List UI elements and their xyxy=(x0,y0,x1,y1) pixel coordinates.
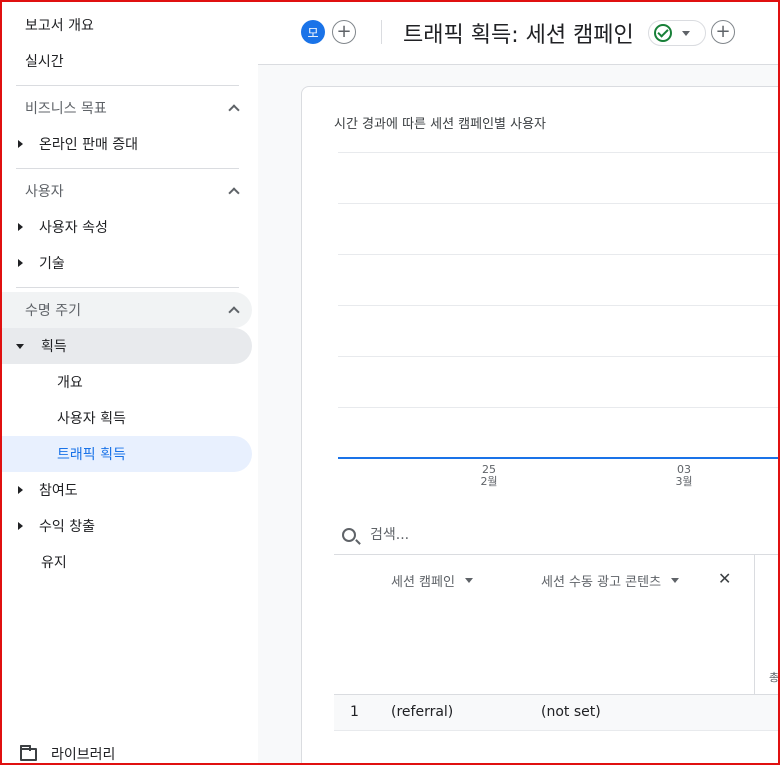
table-header: 세션 캠페인 세션 수동 광고 콘텐츠 ✕ 총 xyxy=(334,555,780,695)
col-session-campaign[interactable]: 세션 캠페인 xyxy=(391,571,473,590)
chevron-up-icon xyxy=(228,104,240,116)
nav-traffic-acquisition[interactable]: 트래픽 획득 xyxy=(0,436,252,472)
page-title: 트래픽 획득: 세션 캠페인 xyxy=(403,23,634,48)
grid-line xyxy=(338,203,780,204)
caret-right-icon xyxy=(18,223,23,231)
section-title: 사용자 xyxy=(25,184,64,200)
table-row[interactable]: 1 (referral) (not set) xyxy=(334,695,780,731)
nav-retention[interactable]: 유지 xyxy=(0,544,252,580)
nav-label: 보고서 개요 xyxy=(25,18,94,34)
table-search xyxy=(334,515,780,555)
folder-icon xyxy=(20,744,37,761)
report-card: 시간 경과에 따른 세션 캠페인별 사용자 25 2월 03 3월 세션 캠페인… xyxy=(301,86,780,765)
section-user[interactable]: 사용자 xyxy=(0,173,252,209)
nav-user-attributes[interactable]: 사용자 속성 xyxy=(0,209,252,245)
grid-line xyxy=(338,152,780,153)
divider xyxy=(16,85,239,86)
nav-acquisition[interactable]: 획득 xyxy=(0,328,252,364)
nav-user-acquisition[interactable]: 사용자 획득 xyxy=(0,400,252,436)
col-label: 세션 캠페인 xyxy=(391,575,455,590)
chart-title: 시간 경과에 따른 세션 캠페인별 사용자 xyxy=(334,117,547,132)
sidebar: 보고서 개요 실시간 비즈니스 목표 온라인 판매 증대 사용자 사용자 속성 … xyxy=(0,0,258,765)
check-circle-icon xyxy=(654,24,672,42)
nav-label: 트래픽 획득 xyxy=(57,447,126,463)
close-icon[interactable]: ✕ xyxy=(718,569,731,588)
tick-month: 2월 xyxy=(480,475,498,488)
row-content: (not set) xyxy=(541,704,601,720)
grid-line xyxy=(338,356,780,357)
add-comparison-button[interactable]: + xyxy=(332,20,356,44)
series-line xyxy=(338,457,780,459)
nav-label: 수익 창출 xyxy=(39,519,95,535)
nav-label: 유지 xyxy=(41,555,67,571)
avatar[interactable]: 모 xyxy=(301,20,325,44)
nav-engagement[interactable]: 참여도 xyxy=(0,472,252,508)
nav-library[interactable]: 라이브러리 xyxy=(20,744,115,764)
divider xyxy=(754,555,755,695)
grid-line xyxy=(338,407,780,408)
caret-right-icon xyxy=(18,140,23,148)
caret-right-icon xyxy=(18,522,23,530)
search-input[interactable] xyxy=(370,526,670,543)
nav-acquisition-overview[interactable]: 개요 xyxy=(0,364,252,400)
section-lifecycle[interactable]: 수명 주기 xyxy=(0,292,252,328)
chevron-up-icon xyxy=(228,306,240,318)
plus-icon: + xyxy=(715,21,731,42)
caret-right-icon xyxy=(18,259,23,267)
plus-icon: + xyxy=(336,21,352,42)
grid-line xyxy=(338,305,780,306)
x-tick: 25 2월 xyxy=(469,464,509,488)
nav-label: 개요 xyxy=(57,375,83,391)
status-dropdown[interactable] xyxy=(648,20,706,46)
library-label: 라이브러리 xyxy=(51,747,116,763)
caret-down-icon xyxy=(464,578,473,583)
divider xyxy=(16,168,239,169)
divider xyxy=(16,287,239,288)
metric-header-fragment: 총 xyxy=(769,671,780,684)
add-button[interactable]: + xyxy=(711,20,735,44)
section-business-goals[interactable]: 비즈니스 목표 xyxy=(0,90,252,126)
page-header: 모 + 트래픽 획득: 세션 캠페인 + xyxy=(258,0,780,65)
x-tick: 03 3월 xyxy=(664,464,704,488)
caret-down-icon xyxy=(671,578,680,583)
row-index: 1 xyxy=(350,704,359,720)
nav-report-overview[interactable]: 보고서 개요 xyxy=(0,7,252,43)
grid-line xyxy=(338,254,780,255)
section-title: 수명 주기 xyxy=(25,303,81,319)
col-manual-ad-content[interactable]: 세션 수동 광고 콘텐츠 xyxy=(541,571,680,590)
nav-label: 획득 xyxy=(41,339,67,355)
nav-label: 참여도 xyxy=(39,483,78,499)
nav-tech[interactable]: 기술 xyxy=(0,245,252,281)
tick-month: 3월 xyxy=(675,475,693,488)
nav-label: 사용자 속성 xyxy=(39,220,108,236)
row-campaign: (referral) xyxy=(391,704,454,720)
divider xyxy=(381,20,382,44)
nav-online-sales[interactable]: 온라인 판매 증대 xyxy=(0,126,252,162)
chevron-up-icon xyxy=(228,187,240,199)
section-title: 비즈니스 목표 xyxy=(25,101,107,117)
main-content: 모 + 트래픽 획득: 세션 캠페인 + 시간 경과에 따른 세션 캠페인별 사… xyxy=(258,0,780,765)
nav-monetization[interactable]: 수익 창출 xyxy=(0,508,252,544)
nav-label: 온라인 판매 증대 xyxy=(39,137,139,153)
nav-label: 사용자 획득 xyxy=(57,411,126,427)
nav-label: 실시간 xyxy=(25,54,64,70)
caret-down-icon xyxy=(16,343,24,349)
col-label: 세션 수동 광고 콘텐츠 xyxy=(541,575,662,590)
caret-right-icon xyxy=(18,486,23,494)
caret-down-icon xyxy=(682,30,690,36)
nav-label: 기술 xyxy=(39,256,65,272)
search-icon xyxy=(342,527,356,542)
nav-realtime[interactable]: 실시간 xyxy=(0,43,252,79)
